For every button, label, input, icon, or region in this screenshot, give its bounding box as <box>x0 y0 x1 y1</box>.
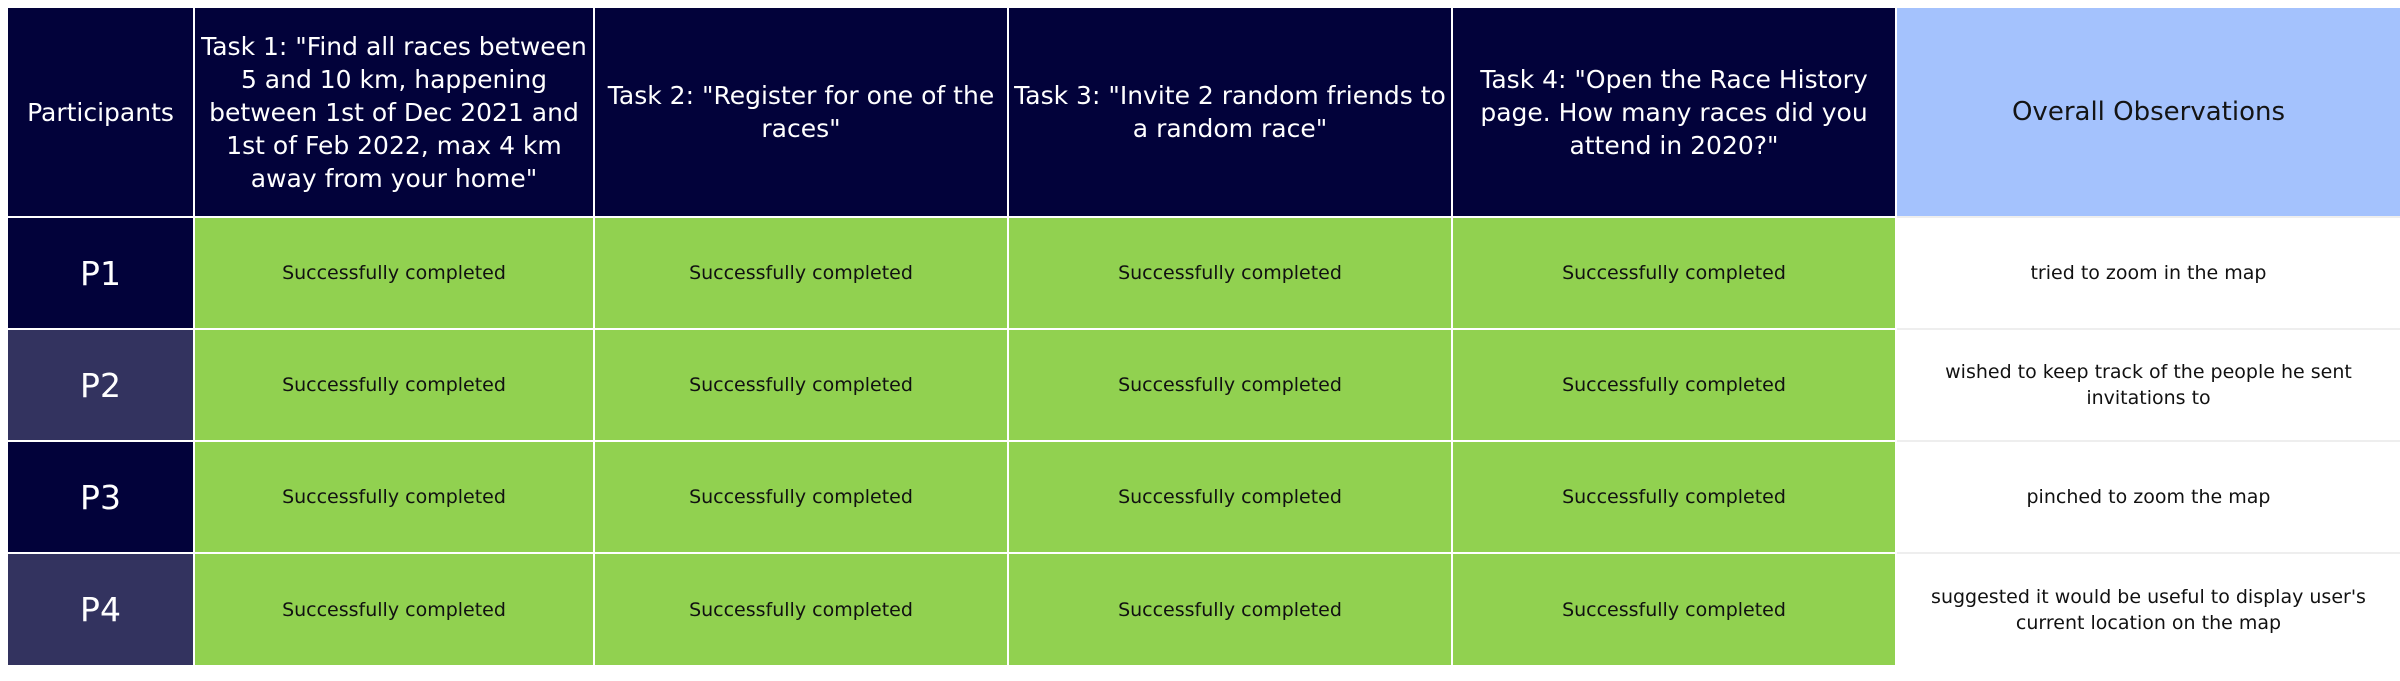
task4-result-cell: Successfully completed <box>1451 328 1897 441</box>
task3-result-cell: Successfully completed <box>1007 440 1453 553</box>
task2-result-cell: Successfully completed <box>593 552 1009 665</box>
task1-result-cell: Successfully completed <box>193 440 595 553</box>
observations-header: Overall Observations <box>1895 8 2400 217</box>
task1-result-cell: Successfully completed <box>193 216 595 329</box>
task4-result-cell: Successfully completed <box>1451 216 1897 329</box>
task2-header: Task 2: "Register for one of the races" <box>593 8 1009 217</box>
task1-header: Task 1: "Find all races between 5 and 10… <box>193 8 595 217</box>
observation-cell: pinched to zoom the map <box>1896 440 2400 553</box>
observation-cell: suggested it would be useful to display … <box>1896 552 2400 665</box>
table-row: P1 Successfully completed Successfully c… <box>8 216 2400 329</box>
usability-results-table: Participants Task 1: "Find all races bet… <box>8 8 2400 665</box>
task3-result-cell: Successfully completed <box>1007 552 1453 665</box>
task3-header: Task 3: "Invite 2 random friends to a ra… <box>1007 8 1453 217</box>
task2-result-cell: Successfully completed <box>593 216 1009 329</box>
participants-header: Participants <box>8 8 195 217</box>
task1-result-cell: Successfully completed <box>193 328 595 441</box>
table-row: P2 Successfully completed Successfully c… <box>8 328 2400 441</box>
task3-result-cell: Successfully completed <box>1007 216 1453 329</box>
participant-cell: P2 <box>8 328 195 441</box>
task4-header: Task 4: "Open the Race History page. How… <box>1451 8 1897 217</box>
table-row: P4 Successfully completed Successfully c… <box>8 552 2400 665</box>
task4-result-cell: Successfully completed <box>1451 440 1897 553</box>
observation-cell: wished to keep track of the people he se… <box>1896 328 2400 441</box>
participant-cell: P1 <box>8 216 195 329</box>
task2-result-cell: Successfully completed <box>593 440 1009 553</box>
task2-result-cell: Successfully completed <box>593 328 1009 441</box>
task4-result-cell: Successfully completed <box>1451 552 1897 665</box>
table-header-row: Participants Task 1: "Find all races bet… <box>8 8 2400 217</box>
participant-cell: P4 <box>8 552 195 665</box>
table-row: P3 Successfully completed Successfully c… <box>8 440 2400 553</box>
task1-result-cell: Successfully completed <box>193 552 595 665</box>
observation-cell: tried to zoom in the map <box>1896 216 2400 329</box>
participant-cell: P3 <box>8 440 195 553</box>
task3-result-cell: Successfully completed <box>1007 328 1453 441</box>
